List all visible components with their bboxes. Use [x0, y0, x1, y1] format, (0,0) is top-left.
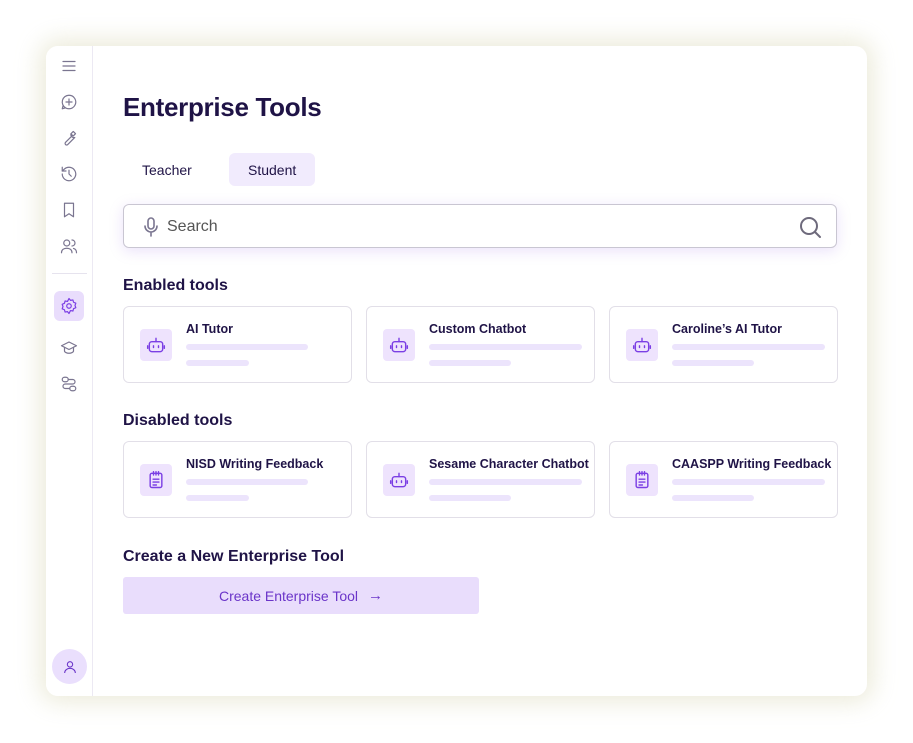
sidebar	[46, 46, 93, 696]
robot-icon	[383, 329, 415, 361]
placeholder-line	[429, 479, 582, 485]
placeholder-line	[429, 344, 582, 350]
tool-name: Caroline’s AI Tutor	[672, 322, 782, 336]
robot-icon	[383, 464, 415, 496]
create-enterprise-tool-button[interactable]: Create Enterprise Tool →	[123, 577, 479, 614]
users-icon[interactable]	[57, 234, 81, 258]
microphone-icon[interactable]	[142, 216, 160, 238]
robot-icon	[626, 329, 658, 361]
tab-teacher[interactable]: Teacher	[123, 153, 211, 186]
tool-name: CAASPP Writing Feedback	[672, 457, 832, 471]
arrow-right-icon: →	[368, 587, 384, 604]
user-icon	[63, 660, 76, 673]
placeholder-line	[672, 479, 825, 485]
placeholder-line	[429, 360, 511, 366]
search-icon[interactable]	[798, 215, 822, 239]
sidebar-divider	[52, 273, 87, 274]
settings-icon[interactable]	[54, 291, 84, 321]
tool-card-caaspp-writing-feedback[interactable]: CAASPP Writing Feedback	[609, 441, 838, 518]
tool-name: NISD Writing Feedback	[186, 457, 324, 471]
clipboard-icon	[626, 464, 658, 496]
robot-icon	[140, 329, 172, 361]
placeholder-line	[186, 360, 249, 366]
tool-name: Sesame Character Chatbot	[429, 457, 589, 471]
placeholder-line	[429, 495, 511, 501]
search-input[interactable]	[167, 215, 767, 239]
search-bar	[123, 204, 837, 248]
clipboard-icon	[140, 464, 172, 496]
tool-card-sesame-character-chatbot[interactable]: Sesame Character Chatbot	[366, 441, 595, 518]
tool-card-ai-tutor[interactable]: AI Tutor	[123, 306, 352, 383]
user-avatar[interactable]	[52, 649, 87, 684]
placeholder-line	[672, 495, 754, 501]
menu-icon[interactable]	[57, 54, 81, 78]
tab-student[interactable]: Student	[229, 153, 316, 186]
placeholder-line	[186, 479, 308, 485]
workflow-icon[interactable]	[57, 372, 81, 396]
placeholder-line	[672, 344, 825, 350]
tool-name: AI Tutor	[186, 322, 233, 336]
graduation-cap-icon[interactable]	[57, 336, 81, 360]
wrench-icon[interactable]	[57, 126, 81, 150]
bookmark-icon[interactable]	[57, 198, 81, 222]
tool-name: Custom Chatbot	[429, 322, 527, 336]
history-icon[interactable]	[57, 162, 81, 186]
page-title: Enterprise Tools	[123, 92, 322, 122]
enabled-tools-heading: Enabled tools	[123, 277, 228, 294]
placeholder-line	[672, 360, 754, 366]
tool-card-carolines-ai-tutor[interactable]: Caroline’s AI Tutor	[609, 306, 838, 383]
main-content: Enterprise Tools Teacher Student Enabled…	[93, 46, 867, 696]
create-tool-heading: Create a New Enterprise Tool	[123, 548, 345, 565]
app-window: Enterprise Tools Teacher Student Enabled…	[46, 46, 867, 696]
tool-card-custom-chatbot[interactable]: Custom Chatbot	[366, 306, 595, 383]
new-chat-icon[interactable]	[57, 90, 81, 114]
disabled-tools-heading: Disabled tools	[123, 412, 233, 429]
placeholder-line	[186, 344, 308, 350]
tool-card-nisd-writing-feedback[interactable]: NISD Writing Feedback	[123, 441, 352, 518]
create-button-label: Create Enterprise Tool	[218, 587, 359, 604]
placeholder-line	[186, 495, 249, 501]
